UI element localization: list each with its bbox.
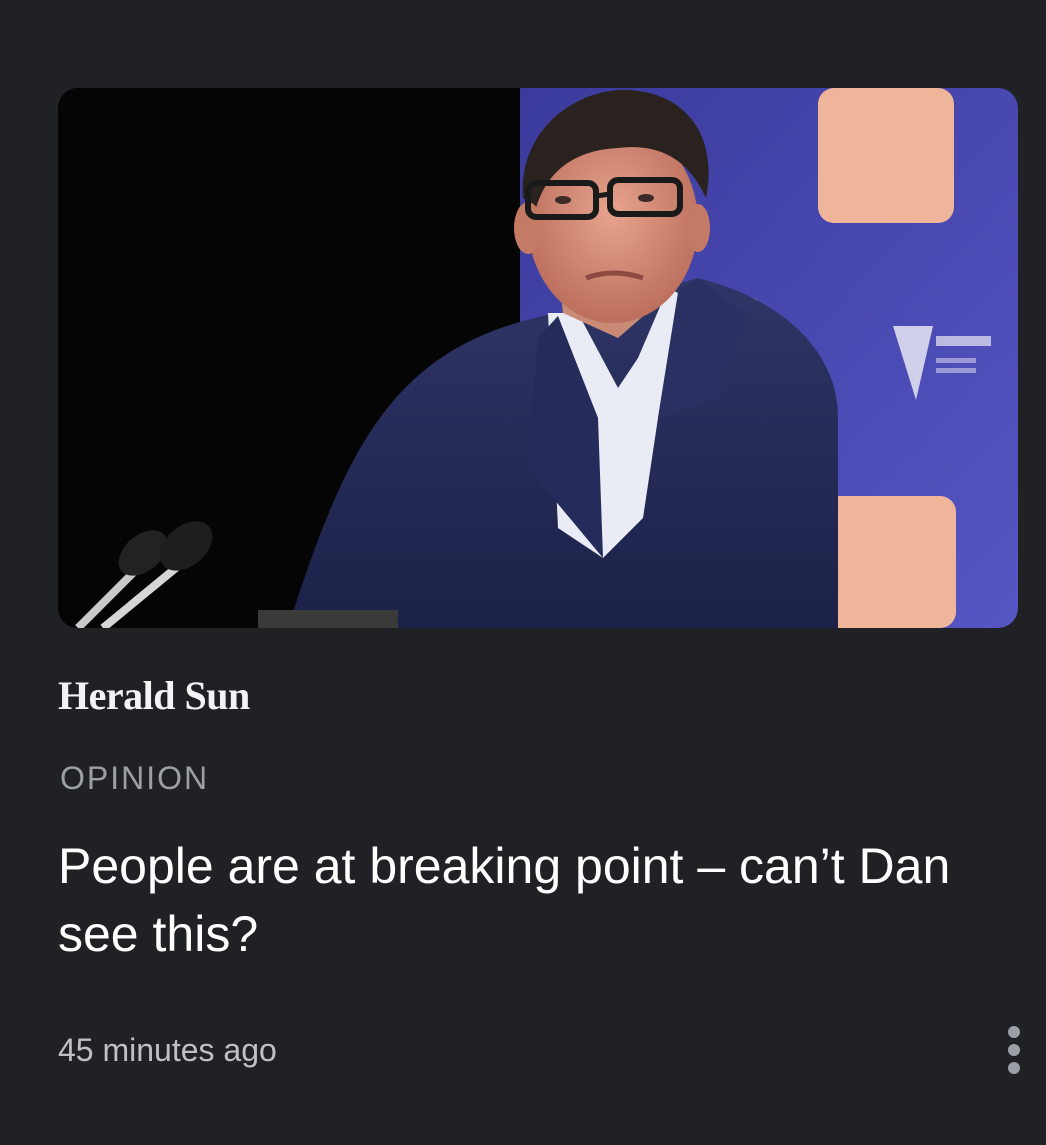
article-timestamp: 45 minutes ago (58, 1032, 277, 1068)
more-vert-icon (1008, 1026, 1020, 1074)
article-hero-image[interactable] (58, 88, 1018, 628)
article-photo (58, 88, 1018, 628)
publisher-name[interactable]: Herald Sun (58, 672, 250, 720)
news-article-card[interactable]: Herald Sun OPINION People are at breakin… (0, 0, 1046, 1145)
article-kicker: OPINION (60, 760, 210, 796)
article-headline[interactable]: People are at breaking point – can’t Dan… (58, 832, 958, 968)
more-options-button[interactable] (996, 1020, 1032, 1080)
